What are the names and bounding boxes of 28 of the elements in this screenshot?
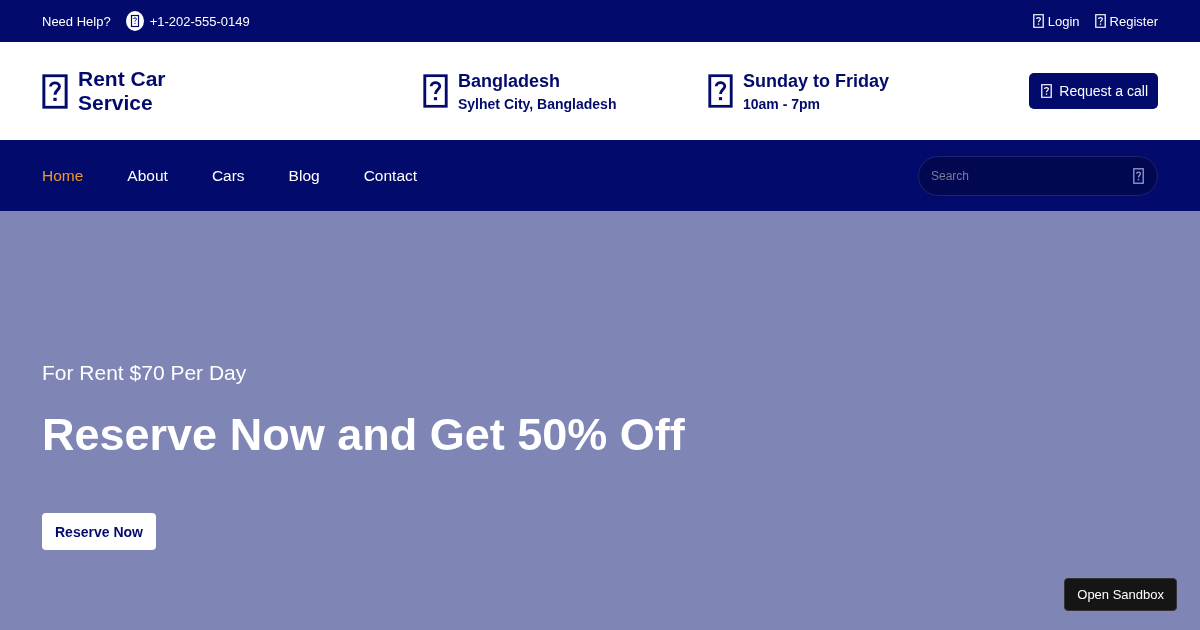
hero-kicker: For Rent $70 Per Day bbox=[42, 361, 248, 385]
help-label: Need Help? bbox=[42, 13, 111, 29]
search-field[interactable]: Search bbox=[918, 155, 1158, 196]
info-subtitle: Sylhet City, Bangladesh bbox=[458, 95, 617, 112]
missing-glyph-icon bbox=[1094, 14, 1106, 28]
nav-link[interactable]: Contact bbox=[363, 166, 418, 185]
missing-glyph-icon bbox=[1032, 14, 1044, 28]
missing-glyph-icon bbox=[708, 74, 733, 108]
missing-glyph-icon bbox=[423, 74, 448, 108]
brand-name: Rent Car Service bbox=[78, 67, 167, 115]
info-title: Bangladesh bbox=[458, 70, 562, 92]
nav-link[interactable]: Home bbox=[42, 166, 84, 185]
missing-glyph-icon bbox=[125, 11, 144, 31]
top-link[interactable]: Login bbox=[1032, 13, 1080, 29]
reserve-button[interactable]: Reserve Now bbox=[42, 513, 156, 550]
top-link[interactable]: Register bbox=[1094, 13, 1158, 29]
nav-link[interactable]: Cars bbox=[211, 166, 245, 185]
hero-headline: Reserve Now and Get 50% Off bbox=[42, 408, 686, 462]
info-subtitle: 10am - 7pm bbox=[743, 95, 822, 112]
open-sandbox-button[interactable]: Open Sandbox bbox=[1064, 578, 1177, 611]
phone-number: +1-202-555-0149 bbox=[149, 13, 250, 29]
request-call-button[interactable]: Request a call bbox=[1029, 73, 1158, 109]
info-title: Sunday to Friday bbox=[743, 70, 890, 92]
missing-glyph-icon bbox=[1133, 167, 1144, 184]
missing-glyph-icon bbox=[42, 73, 68, 109]
nav-link[interactable]: About bbox=[127, 166, 168, 185]
nav-link[interactable]: Blog bbox=[288, 166, 320, 185]
missing-glyph-icon bbox=[1041, 84, 1053, 98]
